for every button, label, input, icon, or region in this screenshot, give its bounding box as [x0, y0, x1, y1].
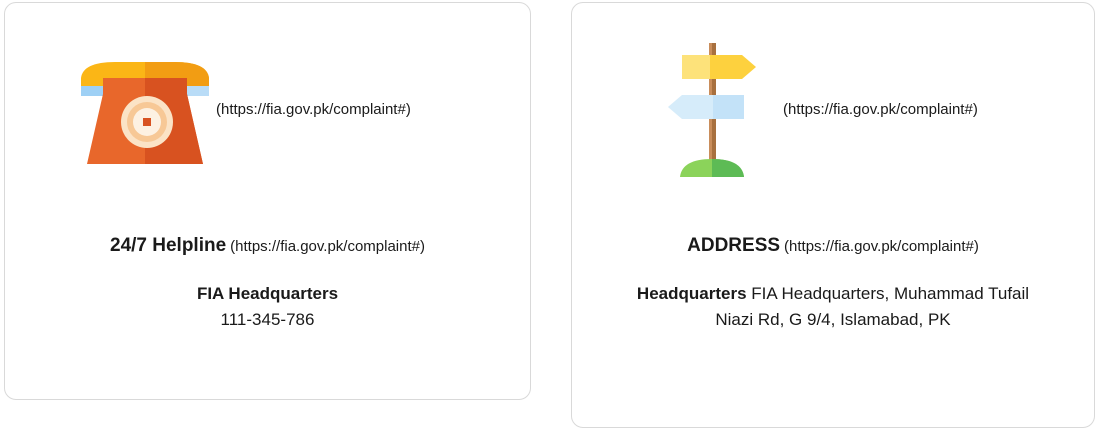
address-label: Headquarters	[636, 284, 747, 303]
address-card: (https://fia.gov.pk/complaint#) ADDRESS(…	[571, 2, 1095, 428]
helpline-title-link[interactable]: (https://fia.gov.pk/complaint#)	[230, 238, 425, 255]
helpline-details: FIA Headquarters 111-345-786	[5, 281, 530, 333]
address-icon-link[interactable]: (https://fia.gov.pk/complaint#)	[783, 101, 978, 118]
helpline-phone-number: 111-345-786	[220, 310, 315, 329]
address-title-link[interactable]: (https://fia.gov.pk/complaint#)	[784, 238, 979, 255]
helpline-icon-link[interactable]: (https://fia.gov.pk/complaint#)	[216, 101, 411, 118]
address-title-row: ADDRESS (https://fia.gov.pk/complaint#)	[572, 235, 1094, 257]
helpline-title: 24/7 Helpline	[110, 235, 227, 256]
helpline-title-row: 24/7 Helpline (https://fia.gov.pk/complai…	[5, 235, 530, 257]
signpost-icon[interactable]	[666, 41, 762, 181]
address-title: ADDRESS	[687, 235, 781, 256]
telephone-icon[interactable]	[75, 60, 215, 168]
helpline-card: (https://fia.gov.pk/complaint#) 24/7 Hel…	[4, 2, 531, 400]
helpline-office-name: FIA Headquarters	[196, 284, 339, 303]
address-text: FIA Headquarters, Muhammad Tufail Niazi …	[715, 284, 1030, 329]
address-details: Headquarters FIA Headquarters, Muhammad …	[572, 281, 1094, 333]
